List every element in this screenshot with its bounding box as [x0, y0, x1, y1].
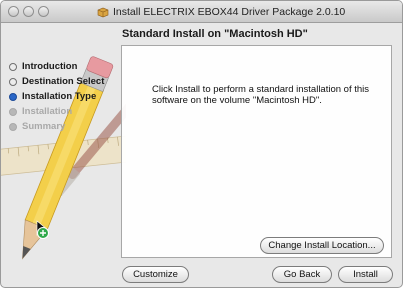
install-message: Click Install to perform a standard inst…	[152, 84, 370, 106]
package-icon	[97, 7, 109, 18]
step-pending-icon	[9, 107, 17, 116]
close-window-icon[interactable]	[8, 6, 19, 17]
change-install-location-button[interactable]: Change Install Location...	[260, 237, 384, 254]
step-current-icon	[9, 92, 17, 101]
step-installation: Installation	[9, 104, 104, 119]
step-label: Summary	[22, 121, 66, 132]
title-bar[interactable]: Install ELECTRIX EBOX44 Driver Package 2…	[1, 1, 402, 23]
installer-steps: Introduction Destination Select Installa…	[9, 59, 104, 134]
window-title: Install ELECTRIX EBOX44 Driver Package 2…	[113, 6, 346, 18]
install-button[interactable]: Install	[338, 266, 393, 283]
step-installation-type: Installation Type	[9, 89, 104, 104]
step-pending-icon	[9, 122, 17, 131]
step-label: Introduction	[22, 61, 78, 72]
step-summary: Summary	[9, 119, 104, 134]
step-completed-icon	[9, 62, 17, 71]
zoom-window-icon[interactable]	[38, 6, 49, 17]
minimize-window-icon[interactable]	[23, 6, 34, 17]
customize-button[interactable]: Customize	[122, 266, 189, 283]
step-introduction: Introduction	[9, 59, 104, 74]
go-back-button[interactable]: Go Back	[272, 266, 332, 283]
step-label: Installation	[22, 106, 73, 117]
step-label: Destination Select	[22, 76, 105, 87]
page-title: Standard Install on "Macintosh HD"	[122, 28, 308, 40]
content-panel: Click Install to perform a standard inst…	[121, 45, 392, 258]
installer-window: Install ELECTRIX EBOX44 Driver Package 2…	[0, 0, 403, 288]
step-completed-icon	[9, 77, 17, 86]
step-destination-select: Destination Select	[9, 74, 104, 89]
step-label: Installation Type	[22, 91, 97, 102]
